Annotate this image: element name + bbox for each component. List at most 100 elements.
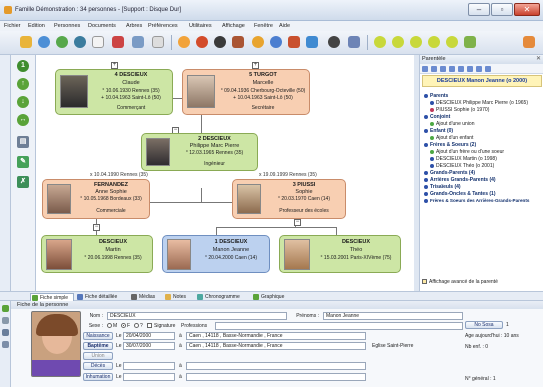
relatives-row[interactable]: Enfant (0) [424, 128, 453, 134]
descendants-button[interactable]: ↓ [16, 95, 31, 110]
panel-tool-icon[interactable] [467, 66, 473, 72]
relatives-row[interactable]: Conjoint [424, 114, 450, 120]
print-button[interactable]: ▤ [16, 135, 31, 150]
naissance-place-field[interactable]: Caen , 14118 , Basse-Normandie , France [186, 332, 366, 340]
open-folder-button[interactable] [18, 34, 34, 51]
deces-date-field[interactable] [123, 362, 175, 370]
book-button[interactable] [110, 34, 126, 51]
relatives-row[interactable]: DESCIEUX Philippe Marc Pierre (o 1965) [430, 100, 528, 106]
panel-close-icon[interactable]: ✕ [536, 55, 541, 64]
siblings-button[interactable]: ↔ [16, 113, 31, 128]
menu-aide[interactable]: Aide [279, 23, 290, 29]
zoom-4-button[interactable] [426, 34, 442, 51]
search-person-button[interactable] [72, 34, 88, 51]
relatives-row[interactable]: Ajout d'un frère ou d'une soeur [430, 149, 504, 155]
inhumation-place-field[interactable] [186, 373, 366, 381]
tree-view-5-button[interactable] [250, 34, 266, 51]
menu-documents[interactable]: Documents [88, 23, 116, 29]
list-icon[interactable] [2, 329, 9, 336]
person-card-subject[interactable]: 1 DESCIEUX Manon Jeanne ° 20.04.2000 Cae… [162, 235, 270, 273]
panel-tool-icon[interactable] [458, 66, 464, 72]
menu-edition[interactable]: Edition [28, 23, 45, 29]
panel-tool-icon[interactable] [440, 66, 446, 72]
tab-medias[interactable]: Médias [130, 293, 162, 301]
deces-button[interactable]: Décès [83, 362, 113, 370]
close-button[interactable]: ✕ [514, 3, 540, 16]
relatives-row[interactable]: Ajout d'une union [430, 121, 475, 127]
ancestors-button[interactable]: ↑ [16, 77, 31, 92]
tab-notes[interactable]: Notes [164, 293, 194, 301]
tree-view-8-button[interactable] [304, 34, 320, 51]
panel-tool-icon[interactable] [449, 66, 455, 72]
zoom-5-button[interactable] [444, 34, 460, 51]
person-card-child-theo[interactable]: DESCIEUX Théo ° 15.03.2001 Paris-XIVème … [279, 235, 401, 273]
naissance-button[interactable]: Naissance [83, 332, 113, 340]
inhumation-button[interactable]: Inhumation [83, 373, 113, 381]
zoom-1-button[interactable] [372, 34, 388, 51]
panel-tool-icon[interactable] [422, 66, 428, 72]
person-card-mother[interactable]: 3 PIUSSI Sophie ° 20.03.1970 Caen (14) P… [232, 179, 346, 219]
panel-tool-icon[interactable] [476, 66, 482, 72]
inhumation-date-field[interactable] [123, 373, 175, 381]
deces-place-field[interactable] [186, 362, 366, 370]
bapteme-place-field[interactable]: Caen , 14118 , Basse-Normandie , France [186, 342, 366, 350]
nom-field[interactable]: DESCIEUX [107, 312, 287, 320]
relatives-row[interactable]: Grands-Oncles & Tantes (1) [424, 191, 495, 197]
no-sosa-button[interactable]: No Sosa [465, 321, 503, 329]
globe-button[interactable] [36, 34, 52, 51]
relatives-row[interactable]: Frères & Soeurs des Arrières-Grands-Pare… [424, 198, 529, 203]
printer-icon[interactable] [2, 317, 9, 324]
photo-button[interactable] [130, 34, 146, 51]
person-photo[interactable] [31, 311, 81, 377]
panel-tool-icon[interactable] [485, 66, 491, 72]
expand-toggle[interactable]: + [252, 62, 259, 69]
tree-view-7-button[interactable] [286, 34, 302, 51]
tab-graphique[interactable]: Graphique [252, 293, 298, 301]
prenoms-field[interactable]: Manon Jeanne [323, 312, 463, 320]
profile-card-button[interactable] [521, 34, 537, 51]
bapteme-date-field[interactable]: 30/07/2000 [123, 342, 175, 350]
tree-view-2-button[interactable] [194, 34, 210, 51]
menu-affichage[interactable]: Affichage [222, 23, 245, 29]
naissance-date-field[interactable]: 20/04/2000 [123, 332, 175, 340]
relatives-row[interactable]: PIUSSI Sophie (o 1970) [430, 107, 489, 113]
tree-view-6-button[interactable] [268, 34, 284, 51]
relatives-row[interactable]: DESCIEUX Martin (o 1998) [430, 156, 497, 162]
tab-chronogramme[interactable]: Chronogramme [196, 293, 250, 301]
sex-unknown-radio[interactable] [134, 323, 139, 328]
menu-utilitaires[interactable]: Utilitaires [189, 23, 212, 29]
expand-toggle[interactable]: + [111, 62, 118, 69]
collapse-toggle[interactable]: − [93, 224, 100, 231]
person-card-grandfather[interactable]: 4 DESCIEUX Claude ° 10.06.1930 Rennes (3… [55, 69, 173, 115]
menu-personnes[interactable]: Personnes [54, 23, 80, 29]
maximize-button[interactable]: ▫ [491, 3, 513, 16]
zoom-2-button[interactable] [390, 34, 406, 51]
person-card-spouse-fernandez[interactable]: FERNANDEZ Anne Sophie ° 10.05.1968 Borde… [42, 179, 150, 219]
person-card-child-martin[interactable]: DESCIEUX Martin ° 20.06.1998 Rennes (35) [41, 235, 153, 273]
menu-fichier[interactable]: Fichier [4, 23, 21, 29]
menu-fenetre[interactable]: Fenêtre [254, 23, 273, 29]
bapteme-button[interactable]: Baptême [83, 342, 113, 350]
professions-field[interactable] [215, 322, 463, 330]
minimize-button[interactable]: ‒ [468, 3, 490, 16]
copy-button[interactable] [150, 34, 166, 51]
zoom-3-button[interactable] [408, 34, 424, 51]
new-person-button[interactable] [54, 34, 70, 51]
tools-icon[interactable] [2, 341, 9, 348]
tab-fiche-detaillee[interactable]: Fiche détaillée [76, 293, 128, 301]
collapse-toggle[interactable]: − [294, 219, 301, 226]
menu-preferences[interactable]: Préférences [148, 23, 178, 29]
advanced-kinship-option[interactable]: Affichage avancé de la parenté [422, 279, 498, 285]
relatives-row[interactable]: Frères & Soeurs (2) [424, 142, 476, 148]
delete-person-button[interactable]: ✗ [16, 175, 31, 190]
relatives-row[interactable]: DESCIEUX Théo (o 2001) [430, 163, 494, 169]
person-card-father[interactable]: 2 DESCIEUX Philippe Marc Pierre ° 12.03.… [141, 133, 258, 171]
relatives-row[interactable]: Parents [424, 93, 448, 99]
panel-tool-icon[interactable] [431, 66, 437, 72]
relatives-row[interactable]: Trisaïeuls (4) [424, 184, 461, 190]
tab-fiche-simple[interactable]: Fiche simple [30, 293, 74, 301]
sheet-icon[interactable] [2, 305, 9, 312]
tree-view-1-button[interactable] [176, 34, 192, 51]
relatives-subject-title[interactable]: DESCIEUX Manon Jeanne (o 2000) [422, 75, 542, 87]
relatives-row[interactable]: Ajout d'un enfant [430, 135, 473, 141]
